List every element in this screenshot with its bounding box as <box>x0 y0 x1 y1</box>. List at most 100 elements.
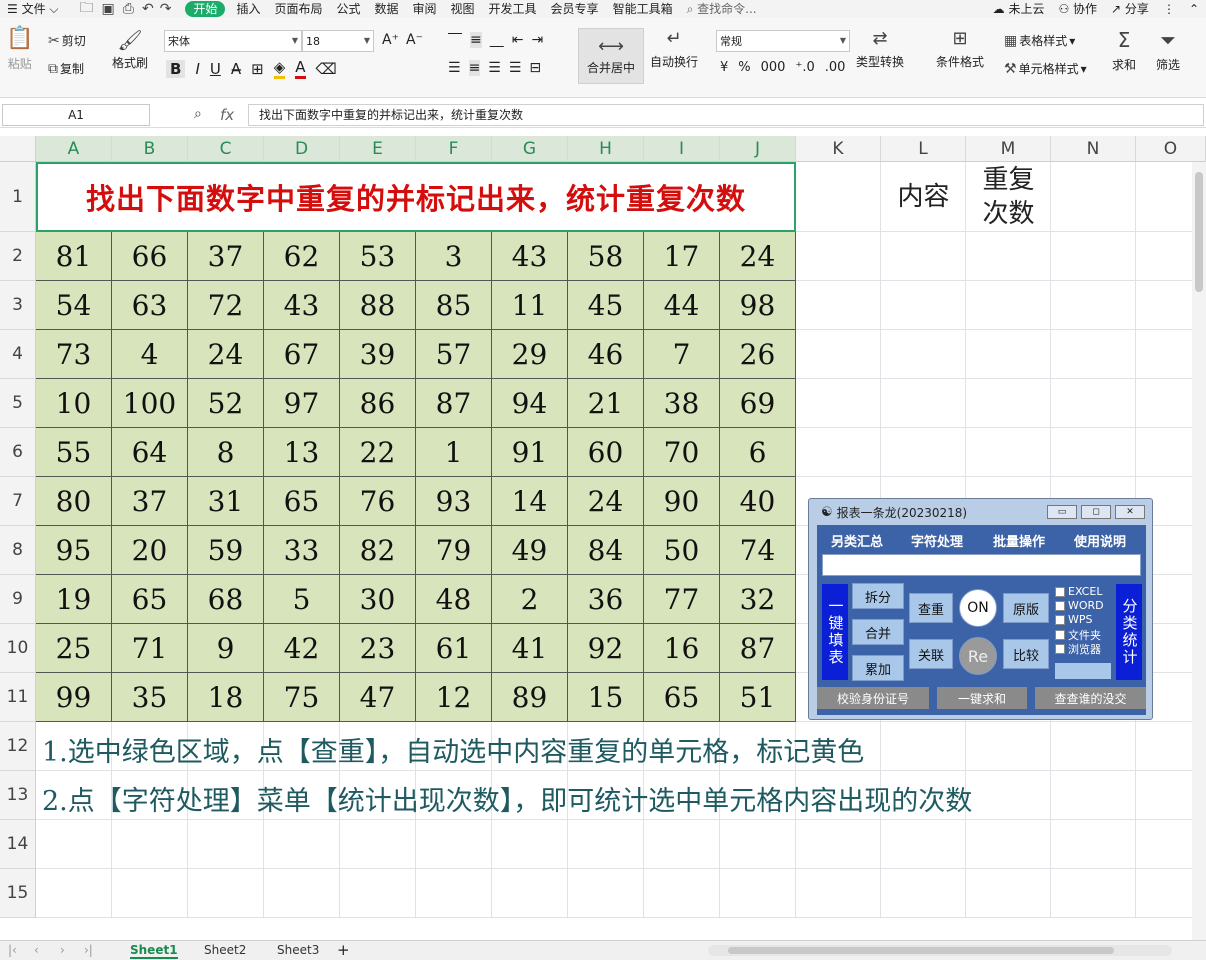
font-grow-button[interactable]: A⁺ <box>382 32 399 48</box>
cut-button[interactable]: ✂ 剪切 <box>48 32 86 49</box>
number-cell[interactable]: 29 <box>492 330 568 379</box>
grid-cell[interactable] <box>720 869 796 918</box>
more-icon[interactable]: ⋮ <box>1156 0 1182 18</box>
font-shrink-button[interactable]: A⁻ <box>406 32 423 48</box>
number-cell[interactable]: 37 <box>112 477 188 526</box>
number-cell[interactable]: 67 <box>264 330 340 379</box>
font-color-icon[interactable]: A <box>295 58 306 79</box>
italic-button[interactable]: I <box>195 60 199 78</box>
number-cell[interactable]: 50 <box>644 526 720 575</box>
instruction-line-2[interactable]: 2.点【字符处理】菜单【统计出现次数】，即可统计选中单元格内容出现的次数 <box>42 779 972 818</box>
grid-cell[interactable] <box>881 330 966 379</box>
undo-icon[interactable]: ↶ <box>142 1 154 17</box>
grid-cell[interactable] <box>644 820 720 869</box>
number-cell[interactable]: 43 <box>492 232 568 281</box>
indent-decrease-icon[interactable]: ⇤ <box>512 32 524 48</box>
check-browser[interactable]: 浏览器 <box>1055 641 1101 657</box>
formula-input[interactable]: 找出下面数字中重复的并标记出来，统计重复次数 <box>248 104 1204 126</box>
number-cell[interactable]: 82 <box>340 526 416 575</box>
table-style-button[interactable]: ▦ 表格样式 ▾ <box>1004 32 1075 49</box>
number-cell[interactable]: 68 <box>188 575 264 624</box>
share-button[interactable]: ↗ 分享 <box>1104 0 1156 18</box>
plugin-menu-chars[interactable]: 字符处理 <box>911 531 963 550</box>
on-toggle[interactable]: ON <box>959 589 997 627</box>
tab-view[interactable]: 视图 <box>444 0 482 18</box>
h-scroll-thumb[interactable] <box>728 947 1114 954</box>
fill-color-icon[interactable]: ◈ <box>273 58 286 79</box>
number-cell[interactable]: 76 <box>340 477 416 526</box>
row-header[interactable]: 11 <box>0 673 36 722</box>
number-cell[interactable]: 48 <box>416 575 492 624</box>
row-header[interactable]: 5 <box>0 379 36 428</box>
row-header[interactable]: 6 <box>0 428 36 477</box>
compare-button[interactable]: 比较 <box>1003 639 1049 669</box>
number-cell[interactable]: 31 <box>188 477 264 526</box>
grid-cell[interactable] <box>1051 232 1136 281</box>
row-header[interactable]: 2 <box>0 232 36 281</box>
number-cell[interactable]: 98 <box>720 281 796 330</box>
grid-cell[interactable] <box>1051 330 1136 379</box>
select-all-corner[interactable] <box>0 136 36 162</box>
align-center-icon[interactable]: ≡ <box>468 60 481 76</box>
grid-cell[interactable] <box>881 281 966 330</box>
number-cell[interactable]: 74 <box>720 526 796 575</box>
number-cell[interactable]: 53 <box>340 232 416 281</box>
number-cell[interactable]: 4 <box>112 330 188 379</box>
number-cell[interactable]: 20 <box>112 526 188 575</box>
number-format-select[interactable]: 常规 ▼ <box>716 30 850 52</box>
number-cell[interactable]: 32 <box>720 575 796 624</box>
number-cell[interactable]: 30 <box>340 575 416 624</box>
row-header[interactable]: 3 <box>0 281 36 330</box>
number-cell[interactable]: 33 <box>264 526 340 575</box>
number-cell[interactable]: 35 <box>112 673 188 722</box>
number-cell[interactable]: 42 <box>264 624 340 673</box>
plugin-title-bar[interactable]: ☯ 报表一条龙(20230218) ▭ ◻ ✕ <box>809 499 1152 525</box>
number-cell[interactable]: 64 <box>112 428 188 477</box>
grid-cell[interactable] <box>568 869 644 918</box>
number-cell[interactable]: 11 <box>492 281 568 330</box>
row-header[interactable]: 7 <box>0 477 36 526</box>
percent-icon[interactable]: % <box>738 60 750 75</box>
number-cell[interactable]: 15 <box>568 673 644 722</box>
fx-icon[interactable]: fx <box>220 106 234 124</box>
align-top-icon[interactable]: ⎺ <box>448 32 462 48</box>
grid-cell[interactable] <box>1051 771 1136 820</box>
conditional-format-button[interactable]: ⊞ 条件格式 <box>936 28 984 70</box>
number-cell[interactable]: 75 <box>264 673 340 722</box>
plugin-small-field[interactable] <box>1055 663 1111 679</box>
number-cell[interactable]: 60 <box>568 428 644 477</box>
grid-cell[interactable] <box>881 820 966 869</box>
column-header[interactable]: G <box>492 136 568 162</box>
plugin-input[interactable] <box>822 554 1141 576</box>
minimize-button[interactable]: ▭ <box>1047 505 1077 519</box>
grid-cell[interactable] <box>796 869 881 918</box>
first-sheet-icon[interactable]: |‹ <box>8 943 17 957</box>
verify-id-button[interactable]: 校验身份证号 <box>817 687 929 709</box>
grid-cell[interactable] <box>568 820 644 869</box>
number-cell[interactable]: 93 <box>416 477 492 526</box>
grid-cell[interactable] <box>796 820 881 869</box>
tab-data[interactable]: 数据 <box>367 0 405 18</box>
grid-cell[interactable] <box>966 232 1051 281</box>
collaborate-button[interactable]: ⚇ 协作 <box>1051 0 1104 18</box>
row-header[interactable]: 8 <box>0 526 36 575</box>
grid-cell[interactable] <box>1051 281 1136 330</box>
grid-cell[interactable] <box>966 379 1051 428</box>
row-header[interactable]: 15 <box>0 869 36 918</box>
number-cell[interactable]: 79 <box>416 526 492 575</box>
number-cell[interactable]: 36 <box>568 575 644 624</box>
prev-sheet-icon[interactable]: ‹ <box>34 943 39 957</box>
close-button[interactable]: ✕ <box>1115 505 1145 519</box>
currency-icon[interactable]: ¥ <box>720 60 728 75</box>
number-cell[interactable]: 97 <box>264 379 340 428</box>
grid-cell[interactable] <box>966 820 1051 869</box>
grid-cell[interactable] <box>36 869 112 918</box>
grid-cell[interactable] <box>966 722 1051 771</box>
number-cell[interactable]: 54 <box>36 281 112 330</box>
grid-cell[interactable] <box>966 428 1051 477</box>
one-click-sum-button[interactable]: 一键求和 <box>937 687 1027 709</box>
number-cell[interactable]: 61 <box>416 624 492 673</box>
number-cell[interactable]: 72 <box>188 281 264 330</box>
clear-format-icon[interactable]: ⌫ <box>316 60 337 78</box>
number-cell[interactable]: 18 <box>188 673 264 722</box>
